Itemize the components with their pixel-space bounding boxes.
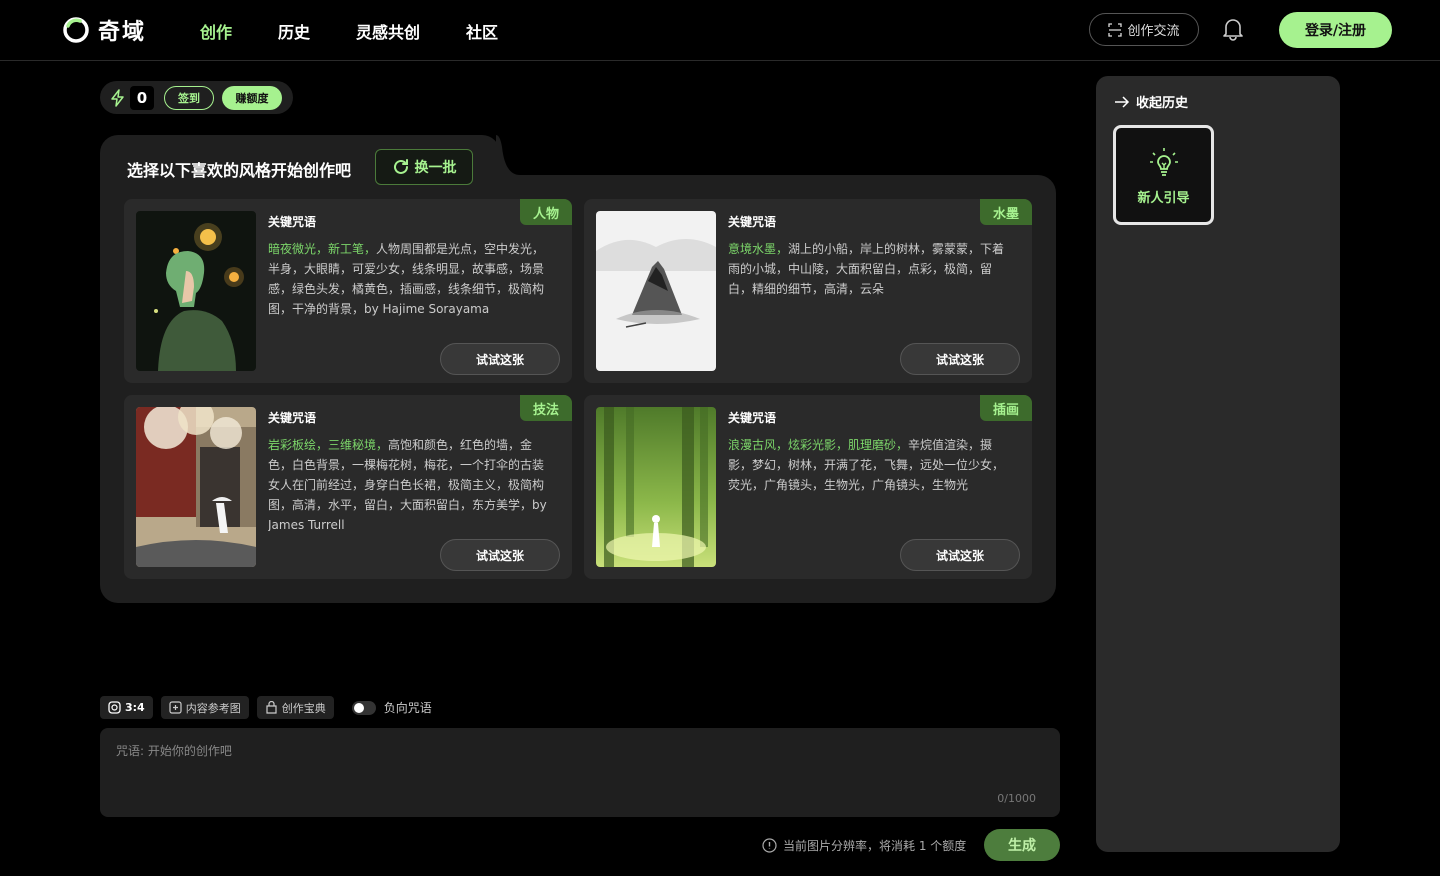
creation-guide-book-button[interactable]: 创作宝典 bbox=[256, 696, 334, 719]
arrow-right-icon bbox=[1115, 95, 1130, 108]
main-nav: 创作 历史 灵感共创 社区 bbox=[200, 19, 544, 43]
top-header: 奇域 创作 历史 灵感共创 社区 创作交流 登录/注册 bbox=[0, 0, 1440, 61]
nav-history[interactable]: 历史 bbox=[278, 19, 310, 43]
card-image-ink bbox=[596, 211, 716, 371]
credit-count: 0 bbox=[130, 85, 154, 110]
content-reference-button[interactable]: 内容参考图 bbox=[160, 696, 249, 719]
card-prompt-text: 暗夜微光，新工笔，人物周围都是光点，空中发光，半身，大眼睛，可爱少女，线条明显，… bbox=[268, 239, 552, 335]
logo-mark-icon bbox=[63, 17, 89, 43]
refresh-label: 换一批 bbox=[414, 160, 457, 176]
card-tag: 水墨 bbox=[980, 199, 1032, 225]
card-tag: 人物 bbox=[520, 199, 572, 225]
add-image-icon bbox=[169, 701, 182, 714]
refresh-button[interactable]: 换一批 bbox=[375, 149, 473, 185]
prompt-toolbar: 3:4 内容参考图 创作宝典 负向咒语 bbox=[100, 696, 432, 719]
nav-create[interactable]: 创作 bbox=[200, 19, 232, 43]
lightning-icon bbox=[111, 88, 124, 107]
earn-credits-button[interactable]: 赚额度 bbox=[222, 85, 282, 110]
keyword-label: 关键咒语 bbox=[728, 215, 777, 229]
nav-inspiration[interactable]: 灵感共创 bbox=[356, 19, 420, 43]
prompt-box: 0/1000 bbox=[100, 728, 1060, 817]
card-prompt-text: 意境水墨，湖上的小船，岸上的树林，雾蒙蒙，下着雨的小城，中山陵，大面积留白，点彩… bbox=[728, 239, 1012, 335]
negative-prompt-toggle[interactable] bbox=[351, 700, 376, 715]
prompt-input[interactable] bbox=[116, 744, 1016, 758]
keyword-label: 关键咒语 bbox=[268, 411, 317, 425]
refresh-icon bbox=[393, 159, 408, 174]
bell-icon[interactable] bbox=[1222, 17, 1244, 41]
create-exchange-button[interactable]: 创作交流 bbox=[1089, 13, 1199, 46]
creation-guide-book-label: 创作宝典 bbox=[281, 701, 326, 715]
prompt-highlight: 岩彩板绘，三维秘境， bbox=[268, 438, 389, 452]
cost-note-text: 当前图片分辨率，将消耗 1 个额度 bbox=[783, 839, 967, 853]
aspect-ratio-button[interactable]: 3:4 bbox=[100, 696, 153, 719]
generate-button[interactable]: 生成 bbox=[984, 829, 1060, 861]
logo-text: 奇域 bbox=[98, 20, 147, 45]
content-reference-label: 内容参考图 bbox=[185, 701, 241, 715]
bag-icon bbox=[266, 701, 277, 714]
style-card-ink[interactable]: 水墨 关键咒语 意境水墨，湖上的小船，岸上的树林，雾蒙蒙，下着雨的小城，中山陵，… bbox=[584, 199, 1032, 383]
try-this-button[interactable]: 试试这张 bbox=[900, 539, 1020, 571]
info-icon bbox=[762, 838, 777, 853]
lightbulb-icon bbox=[1149, 147, 1178, 176]
prompt-highlight: 意境水墨， bbox=[728, 242, 789, 256]
credits-bar: 0 签到 赚额度 bbox=[100, 81, 293, 114]
try-this-button[interactable]: 试试这张 bbox=[440, 539, 560, 571]
char-counter: 0/1000 bbox=[997, 792, 1036, 805]
style-card-technique[interactable]: 技法 关键咒语 岩彩板绘，三维秘境，高饱和颜色，红色的墙，金色，白色背景，一棵梅… bbox=[124, 395, 572, 579]
style-card-illustration[interactable]: 插画 关键咒语 浪漫古风，炫彩光影，肌理磨砂，辛烷值渲染，摄影，梦幻，树林，开满… bbox=[584, 395, 1032, 579]
aspect-ratio-label: 3:4 bbox=[125, 701, 145, 714]
collapse-history-button[interactable]: 收起历史 bbox=[1114, 92, 1188, 111]
card-image-illustration bbox=[596, 407, 716, 567]
card-image-technique bbox=[136, 407, 256, 567]
newbie-guide-card[interactable]: 新人引导 bbox=[1113, 125, 1214, 225]
style-card-person[interactable]: 人物 关键咒语 暗夜微光，新工笔，人物周围都是光点，空中发光，半身，大眼睛，可爱… bbox=[124, 199, 572, 383]
keyword-label: 关键咒语 bbox=[268, 215, 317, 229]
try-this-button[interactable]: 试试这张 bbox=[440, 343, 560, 375]
scan-icon bbox=[1108, 22, 1123, 37]
negative-prompt-label: 负向咒语 bbox=[383, 701, 432, 715]
cost-note: 当前图片分辨率，将消耗 1 个额度 bbox=[762, 837, 966, 854]
card-tag: 插画 bbox=[980, 395, 1032, 421]
nav-community[interactable]: 社区 bbox=[466, 19, 498, 43]
signin-button[interactable]: 签到 bbox=[164, 85, 214, 110]
logo[interactable]: 奇域 bbox=[62, 14, 146, 46]
try-this-button[interactable]: 试试这张 bbox=[900, 343, 1020, 375]
keyword-label: 关键咒语 bbox=[728, 411, 777, 425]
style-panel-title: 选择以下喜欢的风格开始创作吧 bbox=[127, 161, 352, 180]
card-prompt-text: 岩彩板绘，三维秘境，高饱和颜色，红色的墙，金色，白色背景，一棵梅花树，梅花，一个… bbox=[268, 435, 552, 531]
panel-tab-curve bbox=[496, 135, 520, 175]
card-tag: 技法 bbox=[520, 395, 572, 421]
create-exchange-label: 创作交流 bbox=[1127, 24, 1180, 39]
card-prompt-text: 浪漫古风，炫彩光影，肌理磨砂，辛烷值渲染，摄影，梦幻，树林，开满了花，飞舞，远处… bbox=[728, 435, 1012, 531]
ratio-icon bbox=[108, 701, 121, 714]
prompt-highlight: 暗夜微光，新工笔， bbox=[268, 242, 377, 256]
prompt-highlight: 浪漫古风，炫彩光影，肌理磨砂， bbox=[728, 438, 909, 452]
history-panel: 收起历史 新人引导 bbox=[1096, 76, 1340, 852]
collapse-history-label: 收起历史 bbox=[1136, 96, 1189, 111]
card-image-person bbox=[136, 211, 256, 371]
newbie-guide-label: 新人引导 bbox=[1137, 190, 1190, 206]
login-register-button[interactable]: 登录/注册 bbox=[1279, 12, 1392, 48]
